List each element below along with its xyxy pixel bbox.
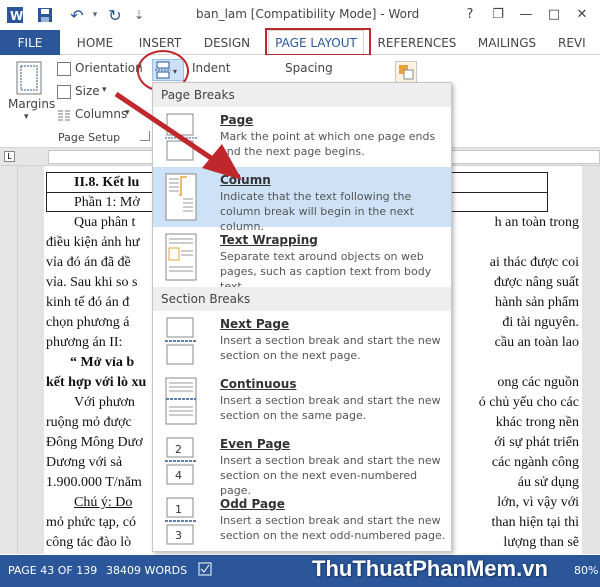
tab-review[interactable]: REVI <box>558 30 600 55</box>
menu-item-title: Next Page <box>220 317 290 331</box>
menu-item-desc: Insert a section break and start the new… <box>220 394 441 422</box>
even-page-break-icon: 24 <box>165 437 197 485</box>
menu-item-title: Odd Page <box>220 497 285 511</box>
svg-text:W: W <box>10 9 23 23</box>
margins-dropdown-icon: ▾ <box>24 112 29 122</box>
tab-home[interactable]: HOME <box>64 30 126 55</box>
menu-item-title: Continuous <box>220 377 297 391</box>
spacing-label: Spacing <box>285 61 333 75</box>
orientation-button[interactable]: Orientation <box>75 61 143 75</box>
margins-icon[interactable] <box>14 61 44 95</box>
svg-text:3: 3 <box>175 529 182 542</box>
undo-dropdown-icon[interactable]: ▾ <box>84 4 106 26</box>
menu-item-next-page[interactable]: Next Page Insert a section break and sta… <box>153 311 451 371</box>
annotation-box <box>265 28 371 56</box>
tab-selector-icon[interactable]: L <box>4 151 15 162</box>
size-icon <box>57 85 71 99</box>
maximize-button[interactable]: □ <box>540 2 568 26</box>
continuous-break-icon <box>165 377 197 425</box>
menu-item-desc: Insert a section break and start the new… <box>220 514 446 542</box>
text-wrapping-break-icon <box>165 233 197 281</box>
orientation-icon <box>57 62 71 76</box>
size-button[interactable]: Size <box>75 84 100 98</box>
word-logo-icon: W <box>4 4 26 26</box>
menu-item-title: Text Wrapping <box>220 233 318 247</box>
menu-item-even-page[interactable]: 24 Even Page Insert a section break and … <box>153 431 451 497</box>
tab-references[interactable]: REFERENCES <box>376 30 458 55</box>
menu-item-odd-page[interactable]: 13 Odd Page Insert a section break and s… <box>153 491 451 551</box>
window-title: ban_lam [Compatibility Mode] - Word <box>196 7 420 21</box>
size-dropdown-icon: ▾ <box>102 85 107 95</box>
svg-text:4: 4 <box>175 469 182 482</box>
close-button[interactable]: ✕ <box>568 2 596 26</box>
annotation-arrow <box>114 91 242 180</box>
next-page-break-icon <box>157 317 197 365</box>
menu-item-desc: Mark the point at which one page ends an… <box>220 130 436 158</box>
margins-button[interactable]: Margins <box>8 97 55 111</box>
save-icon[interactable] <box>34 4 56 26</box>
odd-page-break-icon: 13 <box>165 497 197 545</box>
menu-item-continuous[interactable]: Continuous Insert a section break and st… <box>153 371 451 431</box>
watermark: ThuThuatPhanMem.vn <box>312 556 548 581</box>
minimize-button[interactable]: — <box>512 2 540 26</box>
menu-item-desc: Insert a section break and start the new… <box>220 334 441 362</box>
section-breaks-header: Section Breaks <box>153 287 451 311</box>
svg-text:1: 1 <box>175 503 182 516</box>
indent-label: Indent <box>192 61 231 75</box>
ribbon-display-button[interactable]: ❐ <box>484 2 512 26</box>
zoom-level[interactable]: 80% <box>574 564 598 577</box>
vertical-ruler[interactable] <box>0 166 18 554</box>
help-button[interactable]: ? <box>456 2 484 26</box>
redo-icon[interactable]: ↻ <box>104 4 126 26</box>
columns-icon <box>57 108 71 122</box>
tab-mailings[interactable]: MAILINGS <box>472 30 542 55</box>
tab-design[interactable]: DESIGN <box>196 30 258 55</box>
word-count[interactable]: 38409 WORDS <box>106 564 187 577</box>
proofing-icon[interactable] <box>198 562 212 576</box>
customize-toolbar-icon[interactable]: ⇣ <box>128 4 150 26</box>
svg-text:2: 2 <box>175 443 182 456</box>
arrange-icon[interactable] <box>395 61 417 83</box>
menu-item-text-wrapping[interactable]: Text Wrapping Separate text around objec… <box>153 227 451 293</box>
title-bar: W ↶ ▾ ↻ ⇣ ban_lam [Compatibility Mode] -… <box>0 0 600 30</box>
menu-item-title: Even Page <box>220 437 291 451</box>
page-count[interactable]: PAGE 43 OF 139 <box>8 564 97 577</box>
tab-file[interactable]: FILE <box>0 30 60 55</box>
